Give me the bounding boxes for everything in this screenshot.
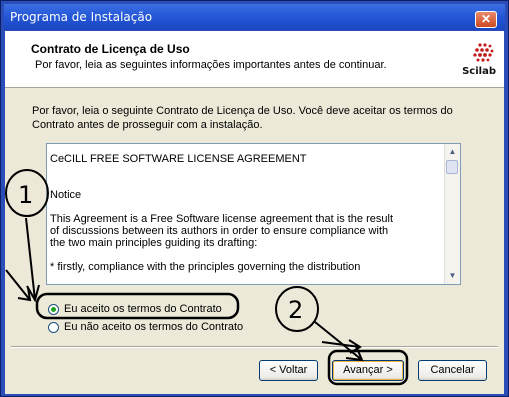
- highlight-next: [327, 349, 409, 386]
- callout-label-1: 1: [18, 181, 33, 209]
- highlight-accept: [35, 292, 240, 320]
- callout-label-2: 2: [288, 296, 303, 324]
- callout-arrow-1: [25, 217, 40, 303]
- annotation-overlay: 1 2: [5, 169, 409, 386]
- callout-arrow-1b: [5, 269, 32, 302]
- callout-arrow-2: [314, 321, 364, 362]
